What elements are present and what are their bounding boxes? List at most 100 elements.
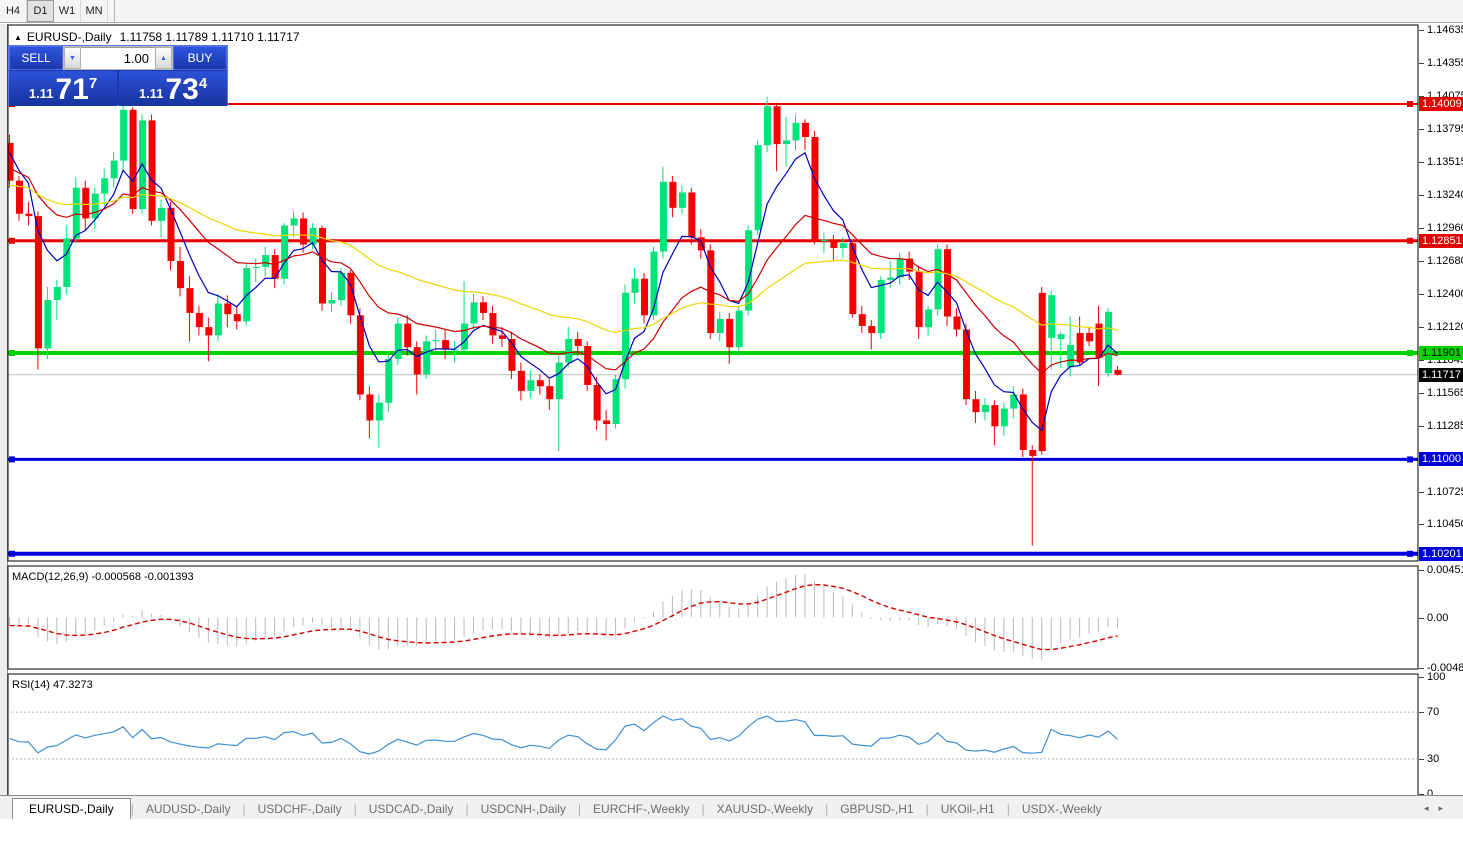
timeframe-button-mn[interactable]: MN [81,0,108,22]
candle-body [792,122,800,141]
chart-tab-usdcad-daily[interactable]: USDCAD-,Daily [357,799,466,819]
buy-price-display[interactable]: 1.11 73 4 [119,71,227,106]
candle-body [328,299,336,304]
price-tick-label: 1.12680 [1427,254,1463,267]
candle-body [195,312,203,328]
candle-body [498,335,506,339]
candle-body [991,405,999,427]
sell-price-display[interactable]: 1.11 71 7 [9,71,117,106]
candle-body [271,255,279,279]
chart-tab-audusd-daily[interactable]: AUDUSD-,Daily [134,799,243,819]
candle-body [773,106,781,145]
moving-average-6 [8,151,1118,432]
price-tick-mark [1419,129,1424,131]
candle-body [546,386,554,400]
sell-button[interactable]: SELL [9,46,63,70]
price-tick-label: 1.13240 [1427,188,1463,201]
candle-body [480,302,487,313]
trade-panel-collapse-icon[interactable]: ▲ [14,33,22,42]
price-chart-canvas[interactable] [0,24,1463,819]
chart-tab-gbpusd-h1[interactable]: GBPUSD-,H1 [828,799,925,819]
line-end-marker [9,456,15,463]
candle-body [205,327,213,336]
candle-body [461,323,469,350]
price-tick-mark [1419,425,1424,427]
candle-body [356,315,364,395]
volume-stepper: ▼ 1.00 ▲ [63,46,173,70]
timeframe-button-h4[interactable]: H4 [0,0,27,22]
candle-body [915,271,923,328]
chart-tab-eurusd-daily[interactable]: EURUSD-,Daily [12,798,131,819]
candle-body [565,338,573,363]
price-badge-1.12851: 1.12851 [1419,233,1463,248]
rsi-tick-mark [1419,712,1424,714]
rsi-axis-label: 100 [1427,671,1446,683]
chart-title: ▲ EURUSD-,Daily 1.11758 1.11789 1.11710 1.… [14,30,300,44]
macd-tick-mark [1419,617,1424,619]
timeframe-toolbar: H4 D1 W1 MN [0,0,1463,23]
candle-body [63,238,71,287]
rsi-axis-label: 30 [1427,752,1440,765]
rsi-tick-mark [1419,677,1424,678]
price-badge-1.10201: 1.10201 [1419,546,1463,561]
price-badge-1.14009: 1.14009 [1419,97,1463,111]
chart-tab-xauusd-weekly[interactable]: XAUUSD-,Weekly [705,799,825,819]
macd-tick-mark [1419,570,1424,572]
candle-body [981,405,989,413]
candle-body [1076,333,1084,363]
price-tick-label: 1.10450 [1427,518,1463,531]
candle-body [432,340,440,342]
buy-price-main: 73 [165,73,199,106]
candle-body [404,323,412,348]
chart-tab-eurchf-weekly[interactable]: EURCHF-,Weekly [581,799,701,819]
candle-body [783,140,791,145]
line-end-marker [1407,349,1413,356]
candle-body [91,193,99,219]
volume-increase-button[interactable]: ▲ [155,47,172,69]
macd-label: MACD(12,26,9) -0.000568 -0.001393 [12,571,194,583]
candle-body [72,187,80,239]
candle-body [366,394,374,421]
line-end-marker [1407,456,1413,463]
candle-body [176,260,184,289]
price-tick-mark [1419,260,1424,262]
chart-tab-usdcnh-daily[interactable]: USDCNH-,Daily [469,799,578,819]
candle-body [281,225,289,279]
candle-body [53,286,61,300]
candle-body [129,109,137,210]
candle-body [413,347,421,375]
candle-body [688,192,696,238]
volume-decrease-button[interactable]: ▼ [64,47,81,69]
tab-scroll-left-icon[interactable]: ◂ [1424,803,1439,813]
candle-body [1114,369,1122,375]
candle-body [214,303,222,336]
buy-button[interactable]: BUY [173,46,227,70]
chart-tab-usdchf-daily[interactable]: USDCHF-,Daily [246,799,354,819]
chart-tab-ukoil-h1[interactable]: UKOil-,H1 [929,799,1007,819]
timeframe-button-w1[interactable]: W1 [54,0,81,22]
price-tick-mark [1419,327,1424,329]
line-end-marker [9,237,15,244]
timeframe-button-d1[interactable]: D1 [27,0,54,22]
price-tick-mark [1419,63,1424,65]
price-tick-mark [1419,491,1424,493]
candle-body [631,278,639,293]
candle-body [262,255,270,267]
candle-body [110,160,118,179]
price-tick-label: 1.13515 [1427,156,1463,169]
candle-body [337,272,345,300]
candle-body [659,181,667,252]
price-tick-label: 1.13795 [1427,123,1463,136]
volume-input[interactable]: 1.00 [81,47,155,69]
chart-tab-usdx-weekly[interactable]: USDX-,Weekly [1010,799,1114,819]
macd-tick-mark [1419,667,1424,669]
candle-body [158,207,166,221]
candle-body [603,420,611,424]
tab-scroll-right-icon[interactable]: ▸ [1438,803,1453,813]
candle-body [811,136,819,241]
candle-body [1048,295,1056,338]
candle-body [925,309,933,328]
candle-body [934,249,942,310]
candle-body [830,239,838,248]
candle-body [584,346,592,386]
